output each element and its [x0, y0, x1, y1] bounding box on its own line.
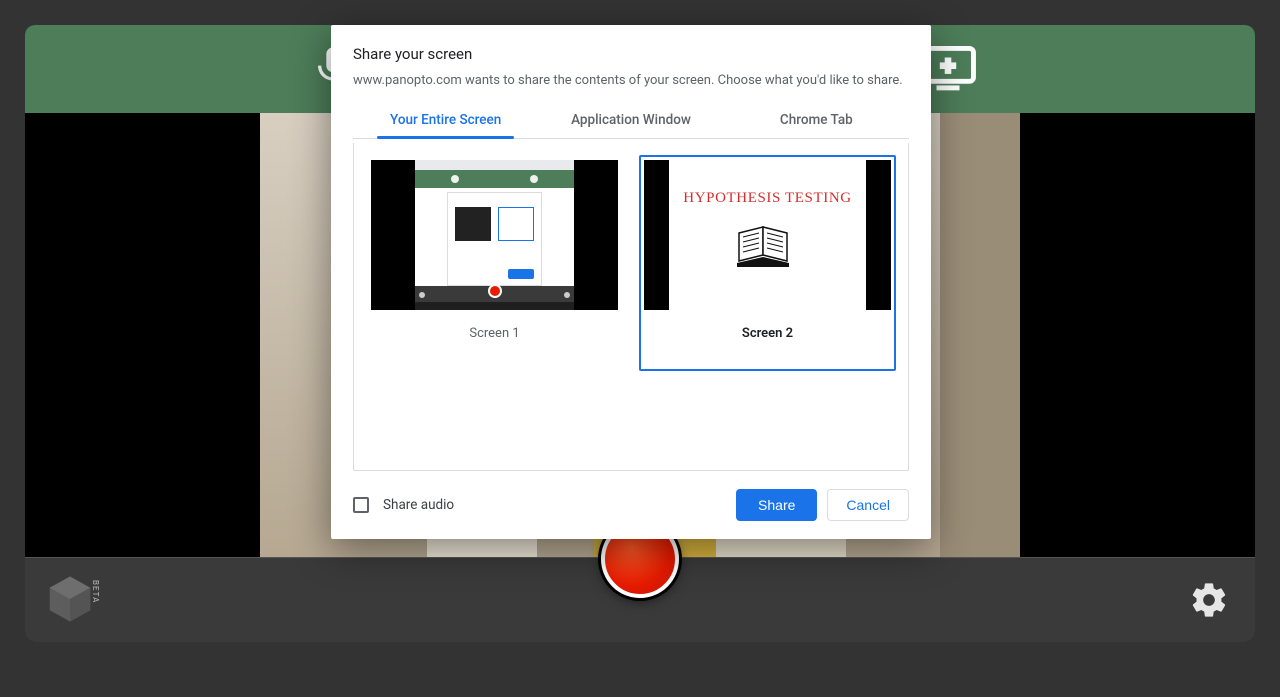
share-audio-label: Share audio — [383, 497, 454, 513]
panopto-logo-icon — [43, 572, 97, 626]
share-audio-checkbox[interactable] — [353, 497, 369, 513]
screen-option-1[interactable]: Screen 1 — [366, 155, 623, 371]
screen-1-thumbnail — [371, 160, 618, 310]
dialog-footer: Share audio Share Cancel — [353, 489, 909, 521]
share-screen-dialog: Share your screen www.panopto.com wants … — [331, 25, 931, 539]
settings-icon[interactable] — [1189, 580, 1229, 620]
tab-chrome-tab[interactable]: Chrome Tab — [724, 106, 909, 138]
screen-option-2[interactable]: HYPOTHESIS TESTING — [639, 155, 896, 371]
tab-entire-screen[interactable]: Your Entire Screen — [353, 106, 538, 138]
slide-title: HYPOTHESIS TESTING — [669, 190, 867, 207]
screens-list: Screen 1 HYPOTHESIS TESTING — [353, 143, 909, 471]
cancel-button[interactable]: Cancel — [827, 489, 909, 521]
bottom-bar: BETA — [25, 557, 1255, 642]
book-illustration-icon — [735, 221, 801, 269]
dialog-title: Share your screen — [353, 45, 909, 63]
screen-2-label: Screen 2 — [644, 326, 891, 341]
screen-2-thumbnail: HYPOTHESIS TESTING — [644, 160, 891, 310]
screen-1-label: Screen 1 — [371, 326, 618, 341]
tab-application-window[interactable]: Application Window — [538, 106, 723, 138]
dialog-description: www.panopto.com wants to share the conte… — [353, 73, 909, 88]
beta-label: BETA — [91, 580, 100, 603]
share-tabs: Your Entire Screen Application Window Ch… — [353, 106, 909, 139]
share-button[interactable]: Share — [736, 489, 817, 521]
